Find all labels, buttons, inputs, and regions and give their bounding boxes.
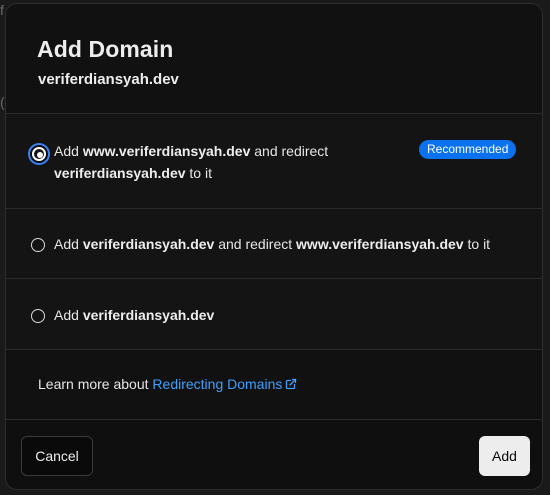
radio-button[interactable]	[31, 309, 45, 323]
option-primary-domain: veriferdiansyah.dev	[82, 307, 215, 323]
modal-title: Add Domain	[37, 36, 174, 62]
learn-more-prefix: Learn more about	[38, 376, 149, 392]
option-primary-domain: veriferdiansyah.dev	[82, 236, 215, 252]
option-label: Add veriferdiansyah.dev	[54, 304, 214, 326]
link-label: Redirecting Domains	[152, 376, 283, 392]
option-secondary-domain: www.veriferdiansyah.dev	[296, 236, 464, 252]
modal-footer: Cancel Add	[6, 420, 542, 489]
add-button[interactable]: Add	[479, 436, 530, 476]
option-label: Add veriferdiansyah.dev and redirect www…	[54, 233, 490, 255]
option-apex-redirect[interactable]: Add veriferdiansyah.dev and redirect www…	[6, 209, 542, 279]
cancel-button[interactable]: Cancel	[21, 436, 93, 476]
backdrop-fragment: f	[0, 2, 4, 18]
option-www-redirect[interactable]: Add www.veriferdiansyah.dev and redirect…	[6, 114, 542, 209]
option-primary-domain: www.veriferdiansyah.dev	[82, 143, 251, 159]
radio-button[interactable]	[31, 238, 45, 252]
option-prefix: Add	[54, 143, 79, 159]
option-suffix: to it	[189, 165, 212, 181]
option-middle-text: and redirect	[218, 236, 293, 252]
option-secondary-domain: veriferdiansyah.dev	[54, 165, 186, 181]
option-suffix: to it	[467, 236, 491, 252]
option-apex-only[interactable]: Add veriferdiansyah.dev	[6, 279, 542, 350]
radio-button-selected[interactable]	[32, 147, 46, 161]
learn-more-section: Learn more about Redirecting Domains	[6, 350, 542, 420]
option-label: Add www.veriferdiansyah.dev and redirect…	[54, 140, 394, 184]
redirecting-domains-link[interactable]: Redirecting Domains	[152, 376, 297, 392]
recommended-badge: Recommended	[419, 140, 517, 159]
modal-domain-name: veriferdiansyah.dev	[38, 71, 179, 88]
add-domain-modal: Add Domain veriferdiansyah.dev Add www.v…	[5, 3, 543, 490]
option-prefix: Add	[54, 236, 79, 252]
modal-header: Add Domain veriferdiansyah.dev	[6, 4, 542, 114]
learn-more-text: Learn more about Redirecting Domains	[38, 376, 297, 392]
option-prefix: Add	[54, 307, 79, 323]
option-middle-text: and redirect	[254, 143, 329, 159]
external-link-icon	[286, 378, 297, 390]
backdrop-fragment: (	[0, 94, 5, 110]
